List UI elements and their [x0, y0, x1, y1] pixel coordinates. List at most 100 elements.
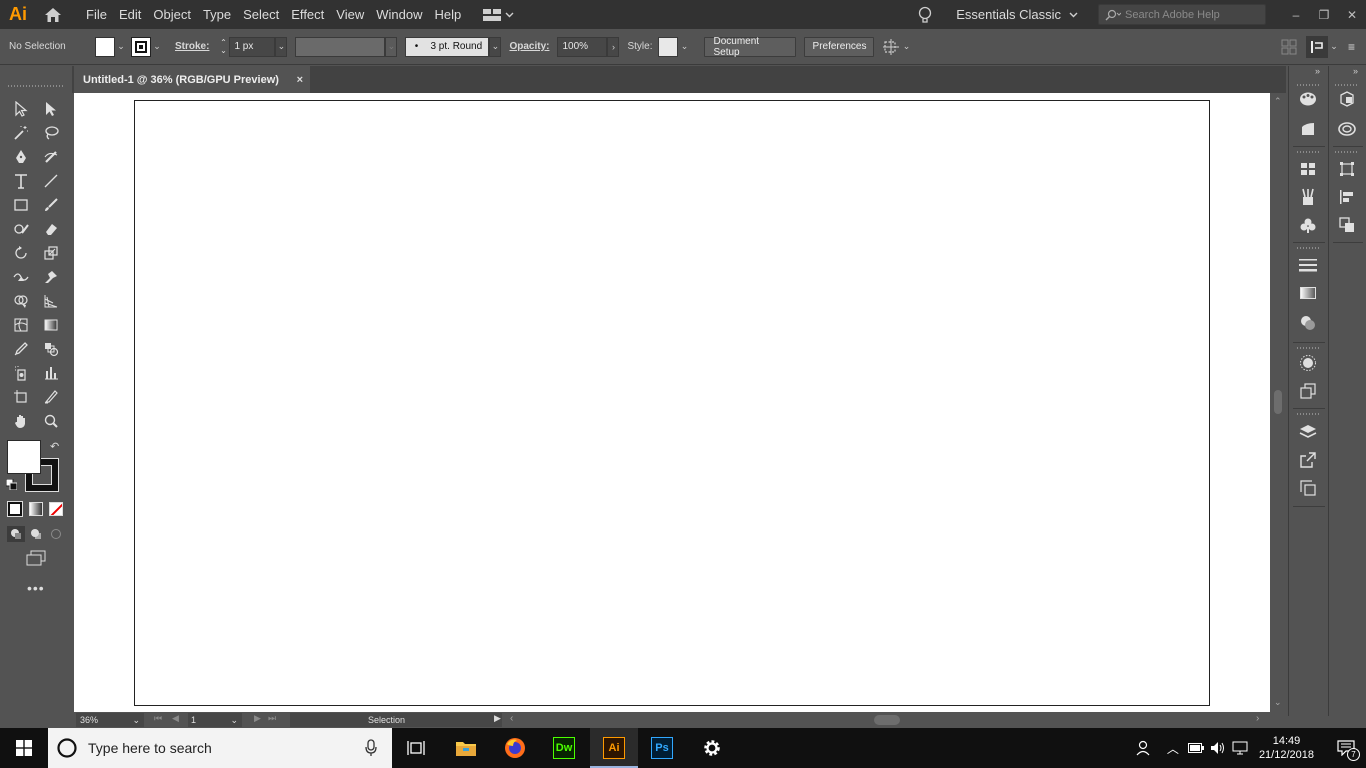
- lasso-tool-icon[interactable]: [40, 122, 62, 144]
- change-screen-mode-icon[interactable]: [24, 550, 48, 568]
- mesh-tool-icon[interactable]: [10, 314, 32, 336]
- action-center-icon[interactable]: 7: [1326, 740, 1366, 761]
- collapse-dock-2-icon[interactable]: »: [1353, 66, 1358, 76]
- windows-start-icon[interactable]: [0, 728, 48, 768]
- libraries-icon[interactable]: [1335, 88, 1359, 110]
- document-setup-button[interactable]: Document Setup: [704, 36, 797, 58]
- menu-window[interactable]: Window: [370, 0, 428, 29]
- menu-help[interactable]: Help: [428, 0, 467, 29]
- scroll-down-icon[interactable]: ⌄: [1274, 697, 1282, 708]
- vertical-scrollbar[interactable]: ⌃ ⌄: [1270, 93, 1286, 712]
- gradient-mode-icon[interactable]: [29, 502, 43, 516]
- task-view-icon[interactable]: [392, 728, 440, 768]
- symbols-icon[interactable]: [1296, 214, 1320, 236]
- stroke-swatch[interactable]: [131, 36, 151, 57]
- type-tool-icon[interactable]: [10, 170, 32, 192]
- eyedropper-tool-icon[interactable]: [10, 338, 32, 360]
- opacity-expand[interactable]: ›: [607, 36, 620, 57]
- stroke-label[interactable]: Stroke:: [175, 41, 209, 52]
- scale-tool-icon[interactable]: [40, 242, 62, 264]
- style-swatch[interactable]: [658, 36, 679, 57]
- transform-icon[interactable]: [882, 38, 900, 56]
- stroke-panel-icon[interactable]: [1296, 254, 1320, 276]
- artboard-number-field[interactable]: 1 ⌄: [188, 713, 242, 727]
- properties-panel-icon[interactable]: [1306, 35, 1328, 58]
- menu-effect[interactable]: Effect: [285, 0, 330, 29]
- preferences-button[interactable]: Preferences: [804, 36, 875, 57]
- show-hidden-icons[interactable]: ︿: [1161, 740, 1185, 757]
- battery-icon[interactable]: [1185, 743, 1207, 753]
- shape-builder-tool-icon[interactable]: [10, 290, 32, 312]
- previous-artboard-icon[interactable]: ◀: [172, 713, 179, 724]
- menu-view[interactable]: View: [330, 0, 370, 29]
- file-explorer-icon[interactable]: [442, 728, 490, 768]
- curvature-tool-icon[interactable]: [40, 146, 62, 168]
- line-segment-tool-icon[interactable]: [40, 170, 62, 192]
- photoshop-icon[interactable]: Ps: [638, 728, 686, 768]
- home-icon[interactable]: [36, 0, 70, 29]
- appearance-icon[interactable]: [1296, 352, 1320, 374]
- panel-options-dropdown[interactable]: ⌄: [1328, 37, 1340, 57]
- hand-tool-icon[interactable]: [10, 410, 32, 432]
- eraser-tool-icon[interactable]: [40, 218, 62, 240]
- perspective-grid-tool-icon[interactable]: [40, 290, 62, 312]
- minimize-button[interactable]: –: [1282, 8, 1310, 22]
- vertical-scroll-thumb[interactable]: [1274, 390, 1282, 414]
- stroke-weight-field[interactable]: 1 px: [229, 36, 276, 57]
- document-tab[interactable]: Untitled-1 @ 36% (RGB/GPU Preview) ×: [74, 66, 310, 93]
- transform-dropdown[interactable]: ⌄: [900, 37, 912, 57]
- artboard-tool-icon[interactable]: [10, 386, 32, 408]
- pathfinder-icon[interactable]: [1335, 214, 1359, 236]
- status-menu-icon[interactable]: ▶: [494, 713, 501, 724]
- fill-color-box[interactable]: [7, 440, 41, 474]
- swatches-icon[interactable]: [1296, 158, 1320, 180]
- illustrator-taskbar-icon[interactable]: Ai: [590, 728, 638, 768]
- edit-toolbar-icon[interactable]: •••: [27, 580, 45, 596]
- selection-tool-icon[interactable]: [10, 98, 32, 120]
- style-dropdown[interactable]: ⌄: [678, 37, 690, 57]
- last-artboard-icon[interactable]: ⏭: [268, 713, 276, 724]
- draw-normal-icon[interactable]: [7, 526, 25, 542]
- opacity-field[interactable]: 100%: [557, 36, 608, 57]
- microphone-icon[interactable]: [364, 739, 378, 757]
- magic-wand-tool-icon[interactable]: [10, 122, 32, 144]
- menu-file[interactable]: File: [80, 0, 113, 29]
- panel-grip[interactable]: [1297, 84, 1321, 86]
- direct-selection-tool-icon[interactable]: [40, 98, 62, 120]
- firefox-icon[interactable]: [491, 728, 539, 768]
- artboard[interactable]: [134, 100, 1210, 706]
- volume-icon[interactable]: [1207, 741, 1229, 755]
- menu-edit[interactable]: Edit: [113, 0, 147, 29]
- layers-icon[interactable]: [1296, 421, 1320, 443]
- transform-panel-icon[interactable]: [1335, 158, 1359, 180]
- first-artboard-icon[interactable]: ⏮: [154, 713, 162, 724]
- transparency-icon[interactable]: [1296, 312, 1320, 334]
- align-icon[interactable]: [1280, 38, 1298, 56]
- horizontal-scroll-thumb[interactable]: [874, 715, 900, 725]
- graphic-styles-icon[interactable]: [1296, 380, 1320, 402]
- column-graph-tool-icon[interactable]: [40, 362, 62, 384]
- stroke-weight-stepper[interactable]: ⌃ ⌄: [217, 37, 229, 57]
- pen-tool-icon[interactable]: [10, 146, 32, 168]
- stroke-dropdown[interactable]: ⌄: [151, 37, 163, 57]
- puppet-warp-tool-icon[interactable]: [40, 266, 62, 288]
- gradient-tool-icon[interactable]: [40, 314, 62, 336]
- menu-type[interactable]: Type: [197, 0, 237, 29]
- opacity-label[interactable]: Opacity:: [509, 41, 549, 52]
- close-document-icon[interactable]: ×: [297, 74, 303, 86]
- symbol-sprayer-tool-icon[interactable]: [10, 362, 32, 384]
- paintbrush-tool-icon[interactable]: [40, 194, 62, 216]
- align-panel-icon[interactable]: [1335, 186, 1359, 208]
- scroll-up-icon[interactable]: ⌃: [1274, 96, 1282, 107]
- creative-cloud-icon[interactable]: [1335, 118, 1359, 140]
- menu-object[interactable]: Object: [147, 0, 197, 29]
- canvas-area[interactable]: [74, 93, 1270, 712]
- none-mode-icon[interactable]: [49, 502, 63, 516]
- people-icon[interactable]: [1129, 740, 1161, 756]
- scroll-left-icon[interactable]: ‹: [510, 713, 513, 724]
- collapse-dock-icon[interactable]: »: [1315, 66, 1320, 76]
- default-fill-stroke-icon[interactable]: [6, 479, 17, 490]
- brush-definition[interactable]: • 3 pt. Round: [405, 36, 490, 57]
- swap-fill-stroke-icon[interactable]: ↶: [50, 440, 59, 453]
- fill-dropdown[interactable]: ⌄: [115, 37, 127, 57]
